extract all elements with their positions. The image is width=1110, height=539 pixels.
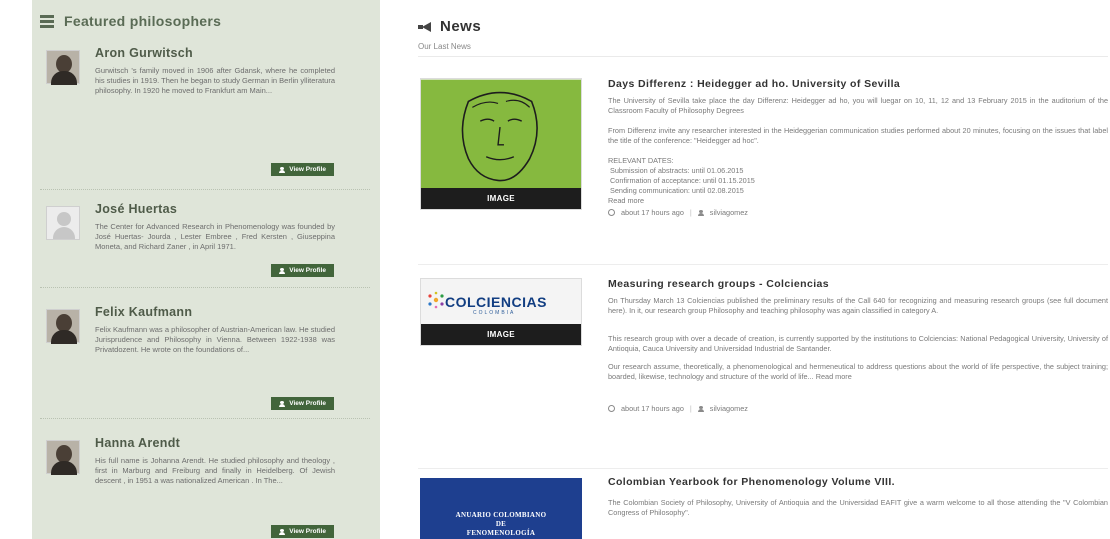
article-title[interactable]: Colombian Yearbook for Phenomenology Vol… xyxy=(608,476,1108,488)
user-icon xyxy=(279,528,286,535)
view-profile-label: View Profile xyxy=(289,400,326,407)
colciencias-mark-icon xyxy=(428,291,444,309)
philosopher-card: Hanna Arendt His full name is Johanna Ar… xyxy=(40,436,340,538)
philosopher-bio: The Center for Advanced Research in Phen… xyxy=(95,222,335,251)
avatar[interactable] xyxy=(46,309,80,344)
heidegger-sketch-image xyxy=(421,79,581,189)
news-article: ANUARIO COLOMBIANO DE FENOMENOLOGÍA Colo… xyxy=(418,476,1108,539)
article-time: about 17 hours ago xyxy=(621,404,684,413)
view-profile-button[interactable]: View Profile xyxy=(271,397,334,410)
list-icon xyxy=(40,15,54,28)
divider xyxy=(418,56,1108,57)
article-title[interactable]: Days Differenz : Heidegger ad ho. Univer… xyxy=(608,78,1108,90)
cover-title: FENOMENOLOGÍA xyxy=(466,529,536,537)
logo-text: COLCIENCIAS xyxy=(445,294,547,310)
clock-icon xyxy=(608,209,615,216)
article-thumbnail[interactable]: COLCIENCIAS COLOMBIA IMAGE xyxy=(420,278,582,346)
divider xyxy=(40,418,370,419)
avatar[interactable] xyxy=(46,50,80,85)
image-label: IMAGE xyxy=(421,188,581,209)
view-profile-button[interactable]: View Profile xyxy=(271,264,334,277)
philosopher-card: Aron Gurwitsch Gurwitsch 's family moved… xyxy=(40,46,340,181)
article-body: This research group with over a decade o… xyxy=(608,334,1108,353)
philosopher-name[interactable]: José Huertas xyxy=(95,202,177,216)
news-title: News xyxy=(440,18,482,35)
philosopher-name[interactable]: Aron Gurwitsch xyxy=(95,46,193,60)
philosopher-card: Felix Kaufmann Felix Kaufmann was a phil… xyxy=(40,305,340,415)
avatar[interactable] xyxy=(46,206,80,240)
read-more-link[interactable]: Read more xyxy=(816,372,852,381)
view-profile-label: View Profile xyxy=(289,267,326,274)
date-item: Confirmation of acceptance: until 01.15.… xyxy=(610,176,755,185)
philosopher-bio: His full name is Johanna Arendt. He stud… xyxy=(95,456,335,485)
view-profile-button[interactable]: View Profile xyxy=(271,163,334,176)
dates-heading: RELEVANT DATES: xyxy=(608,156,674,165)
logo-subtext: COLOMBIA xyxy=(473,310,516,316)
article-meta: about 17 hours ago | silviagomez xyxy=(608,404,748,413)
article-body-text: Our research assume, theoretically, a ph… xyxy=(608,362,1108,381)
date-item: Submission of abstracts: until 01.06.201… xyxy=(610,166,744,175)
article-body: The University of Sevilla take place the… xyxy=(608,96,1108,115)
article-meta: about 17 hours ago | silviagomez xyxy=(608,208,748,217)
article-thumbnail[interactable]: ANUARIO COLOMBIANO DE FENOMENOLOGÍA xyxy=(420,478,582,539)
news-header: News xyxy=(418,18,481,35)
view-profile-label: View Profile xyxy=(289,166,326,173)
article-time: about 17 hours ago xyxy=(621,208,684,217)
divider xyxy=(418,264,1108,265)
user-icon xyxy=(279,166,286,173)
news-article: COLCIENCIAS COLOMBIA IMAGE Measuring res… xyxy=(418,278,1108,458)
avatar[interactable] xyxy=(46,440,80,475)
view-profile-button[interactable]: View Profile xyxy=(271,525,334,538)
philosopher-bio: Gurwitsch 's family moved in 1906 after … xyxy=(95,66,335,95)
divider xyxy=(40,189,370,190)
sidebar-title: Featured philosophers xyxy=(64,13,222,29)
article-body: The Colombian Society of Philosophy, Uni… xyxy=(608,498,1108,517)
sidebar: Featured philosophers Aron Gurwitsch Gur… xyxy=(0,0,385,539)
separator: | xyxy=(689,404,692,413)
philosopher-bio: Felix Kaufmann was a philosopher of Aust… xyxy=(95,325,335,354)
philosopher-name[interactable]: Hanna Arendt xyxy=(95,436,180,450)
megaphone-icon xyxy=(418,22,432,32)
cover-title: ANUARIO COLOMBIANO xyxy=(455,511,547,519)
colciencias-logo: COLCIENCIAS COLOMBIA xyxy=(421,279,581,327)
user-icon xyxy=(279,400,286,407)
article-author[interactable]: silviagomez xyxy=(710,404,748,413)
news-section: News Our Last News IMAGE Days Differenz … xyxy=(385,0,1110,539)
article-author[interactable]: silviagomez xyxy=(710,208,748,217)
article-body: From Differenz invite any researcher int… xyxy=(608,126,1108,145)
image-label: IMAGE xyxy=(421,324,581,345)
news-article: IMAGE Days Differenz : Heidegger ad ho. … xyxy=(418,78,1108,258)
article-title[interactable]: Measuring research groups - Colciencias xyxy=(608,278,1108,290)
clock-icon xyxy=(608,405,615,412)
divider xyxy=(40,287,370,288)
article-body: Our research assume, theoretically, a ph… xyxy=(608,362,1108,382)
date-item: Sending communication: until 02.08.2015 xyxy=(610,186,744,195)
sidebar-header: Featured philosophers xyxy=(40,10,221,32)
article-body: On Thursday March 13 Colciencias publish… xyxy=(608,296,1108,315)
philosopher-name[interactable]: Felix Kaufmann xyxy=(95,305,192,319)
separator: | xyxy=(689,208,692,217)
view-profile-label: View Profile xyxy=(289,528,326,535)
read-more-link[interactable]: Read more xyxy=(608,196,1108,206)
user-icon xyxy=(697,405,704,412)
philosopher-card: José Huertas The Center for Advanced Res… xyxy=(40,202,340,292)
user-icon xyxy=(697,209,704,216)
divider xyxy=(418,468,1108,469)
user-icon xyxy=(279,267,286,274)
article-thumbnail[interactable]: IMAGE xyxy=(420,78,582,210)
news-subtitle: Our Last News xyxy=(418,42,471,51)
cover-title: DE xyxy=(495,520,507,528)
